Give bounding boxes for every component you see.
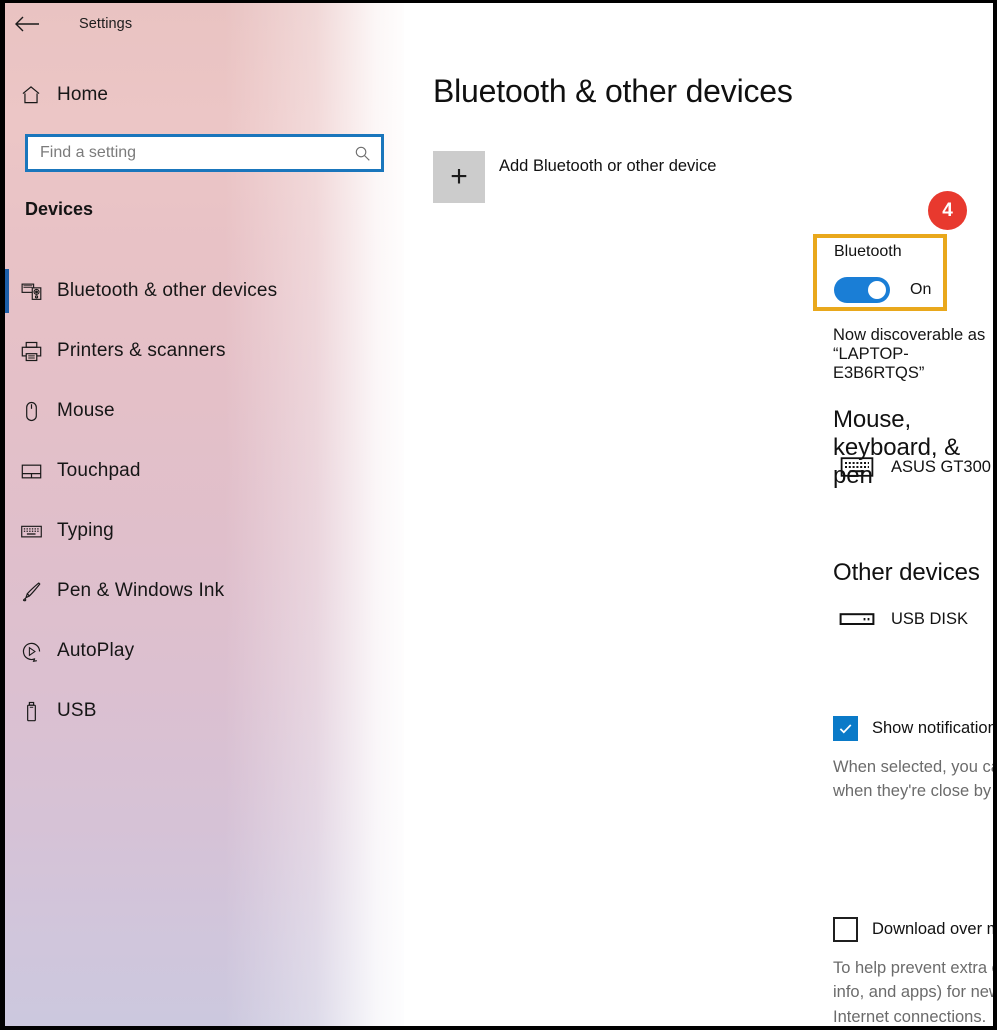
selection-indicator bbox=[5, 689, 9, 733]
selection-indicator bbox=[5, 449, 9, 493]
swift-pair-row[interactable]: Show notifications to connect using Swif… bbox=[833, 716, 993, 741]
touchpad-icon bbox=[5, 460, 57, 483]
device-name: ASUS GT300 GAMING MOUSE bbox=[891, 457, 993, 476]
usb-disk-icon bbox=[835, 603, 879, 635]
sidebar: Settings Home Devices bbox=[5, 3, 404, 1026]
sidebar-item-label: Touchpad bbox=[57, 460, 141, 481]
autoplay-icon bbox=[5, 640, 57, 663]
plus-icon[interactable]: + bbox=[433, 151, 485, 203]
selection-indicator bbox=[5, 389, 9, 433]
bluetooth-toggle-state: On bbox=[910, 281, 932, 298]
selection-indicator bbox=[5, 569, 9, 613]
section-title-other-devices: Other devices bbox=[833, 559, 980, 586]
swift-pair-setting: Show notifications to connect using Swif… bbox=[833, 716, 993, 804]
sidebar-item-label: Mouse bbox=[57, 400, 115, 421]
step-badge: 4 bbox=[928, 191, 967, 230]
bluetooth-devices-icon bbox=[5, 280, 57, 303]
sidebar-item-label: Pen & Windows Ink bbox=[57, 580, 225, 601]
metered-description: To help prevent extra charges, keep this… bbox=[833, 959, 993, 1026]
keyboard-icon bbox=[5, 520, 57, 543]
bluetooth-toggle[interactable] bbox=[834, 277, 890, 303]
metered-label: Download over metered connections bbox=[872, 920, 993, 938]
add-device-label: Add Bluetooth or other device bbox=[499, 157, 717, 175]
selection-indicator bbox=[5, 629, 9, 673]
sidebar-item-label: USB bbox=[57, 700, 97, 721]
search-box[interactable] bbox=[25, 134, 384, 172]
add-bluetooth-device-button[interactable]: + Add Bluetooth or other device bbox=[433, 151, 716, 203]
selection-indicator bbox=[5, 329, 9, 373]
sidebar-item-label: Printers & scanners bbox=[57, 340, 226, 361]
device-row[interactable]: USB DISK bbox=[835, 603, 968, 635]
metered-row[interactable]: Download over metered connections bbox=[833, 917, 993, 942]
swift-pair-checkbox[interactable] bbox=[833, 716, 858, 741]
sidebar-item-label: Typing bbox=[57, 520, 114, 541]
device-row[interactable]: ASUS GT300 GAMING MOUSE bbox=[835, 451, 993, 483]
page-title: Bluetooth & other devices bbox=[433, 73, 793, 109]
mouse-icon bbox=[5, 400, 57, 423]
plus-glyph: + bbox=[450, 160, 468, 193]
sidebar-item-autoplay[interactable]: AutoPlay bbox=[5, 621, 404, 681]
sidebar-item-touchpad[interactable]: Touchpad bbox=[5, 441, 404, 501]
sidebar-item-home[interactable]: Home bbox=[5, 74, 404, 116]
pen-icon bbox=[5, 580, 57, 603]
bluetooth-toggle-row[interactable]: On bbox=[834, 277, 931, 303]
main-content: Bluetooth & other devices + Add Bluetoot… bbox=[404, 3, 993, 1026]
discoverable-text: Now discoverable as “LAPTOP-E3B6RTQS” bbox=[833, 326, 986, 382]
sidebar-nav-list: Bluetooth & other devices Printers & sca… bbox=[5, 261, 404, 741]
window-title: Settings bbox=[79, 16, 133, 32]
search-icon[interactable] bbox=[343, 145, 381, 162]
selection-indicator bbox=[5, 509, 9, 553]
back-arrow-icon[interactable] bbox=[5, 3, 49, 45]
sidebar-group-header: Devices bbox=[25, 199, 94, 219]
sidebar-item-label-home: Home bbox=[57, 84, 109, 105]
swift-pair-description: When selected, you can connect to suppor… bbox=[833, 758, 993, 801]
sidebar-item-usb[interactable]: USB bbox=[5, 681, 404, 741]
metered-connections-setting: Download over metered connections To hel… bbox=[833, 917, 993, 1026]
keyboard-device-icon bbox=[835, 451, 879, 483]
metered-checkbox[interactable] bbox=[833, 917, 858, 942]
selection-indicator bbox=[5, 269, 9, 313]
home-icon bbox=[5, 84, 57, 106]
sidebar-item-typing[interactable]: Typing bbox=[5, 501, 404, 561]
sidebar-item-label: AutoPlay bbox=[57, 640, 135, 661]
sidebar-item-pen-windows-ink[interactable]: Pen & Windows Ink bbox=[5, 561, 404, 621]
sidebar-item-bluetooth-other-devices[interactable]: Bluetooth & other devices bbox=[5, 261, 404, 321]
usb-icon bbox=[5, 700, 57, 723]
toggle-knob bbox=[868, 281, 886, 299]
bluetooth-label: Bluetooth bbox=[834, 243, 902, 260]
device-name: USB DISK bbox=[891, 609, 969, 628]
swift-pair-label: Show notifications to connect using Swif… bbox=[872, 719, 993, 737]
settings-window: Settings Home Devices bbox=[0, 0, 997, 1030]
printer-icon bbox=[5, 340, 57, 363]
sidebar-item-mouse[interactable]: Mouse bbox=[5, 381, 404, 441]
search-input[interactable] bbox=[28, 144, 343, 162]
titlebar: Settings bbox=[5, 3, 404, 45]
sidebar-item-printers-scanners[interactable]: Printers & scanners bbox=[5, 321, 404, 381]
sidebar-item-label: Bluetooth & other devices bbox=[57, 280, 278, 301]
